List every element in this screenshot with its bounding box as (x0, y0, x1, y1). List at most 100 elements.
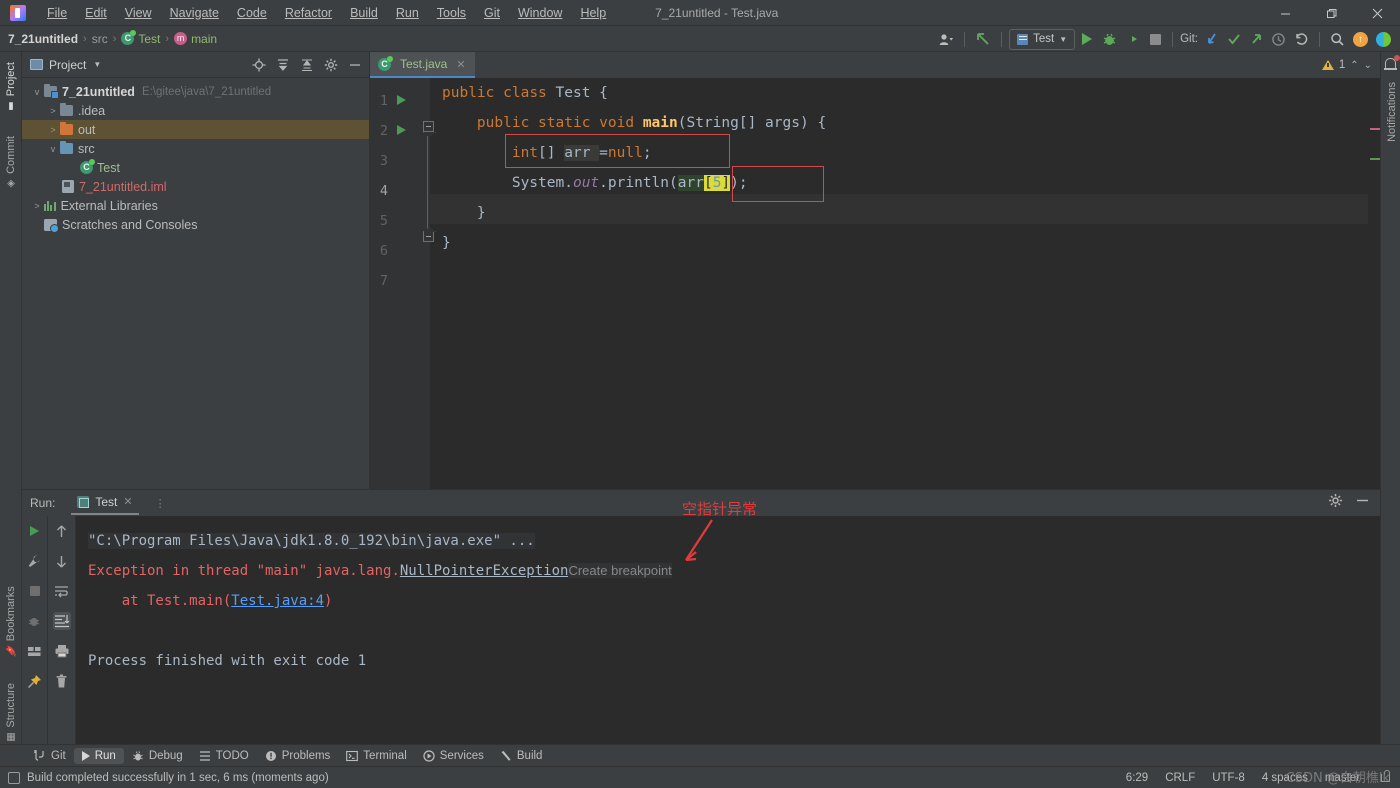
rerun-icon[interactable] (26, 522, 44, 540)
soft-wrap-icon[interactable] (53, 582, 71, 600)
maximize-button[interactable] (1308, 0, 1354, 26)
chevron-expanded-icon[interactable]: v (30, 87, 44, 97)
tool-window-run[interactable]: Run (73, 747, 124, 764)
menu-git[interactable]: Git (475, 3, 509, 23)
run-tab-more-icon[interactable]: ⋮ (155, 497, 168, 510)
console-stack-link[interactable]: Test.java:4 (231, 593, 324, 609)
stop-button[interactable] (1145, 29, 1165, 49)
fold-region-start-icon[interactable] (423, 121, 434, 132)
up-arrow-icon[interactable] (53, 522, 71, 540)
tool-window-services[interactable]: Services (415, 748, 492, 764)
run-method-gutter-icon[interactable] (397, 125, 406, 135)
debug-button[interactable] (1099, 29, 1120, 49)
hide-panel-icon[interactable] (347, 57, 363, 73)
collapse-all-icon[interactable] (299, 57, 315, 73)
breadcrumb-method[interactable]: main (191, 32, 217, 46)
console-exception-name[interactable]: NullPointerException (400, 563, 569, 579)
run-tab-close-icon[interactable]: ✕ (123, 495, 132, 508)
chevron-expanded-icon[interactable]: v (46, 144, 60, 154)
status-line-separator[interactable]: CRLF (1165, 772, 1195, 784)
tool-window-debug[interactable]: Debug (124, 748, 191, 764)
git-push-button[interactable] (1246, 29, 1266, 49)
sidebar-item-project[interactable]: ▮ Project (0, 56, 22, 117)
menu-code[interactable]: Code (228, 3, 276, 23)
menu-file[interactable]: File (38, 3, 76, 23)
user-icon[interactable] (936, 29, 957, 49)
tool-window-todo[interactable]: TODO (191, 748, 257, 764)
locate-file-icon[interactable] (251, 57, 267, 73)
run-button[interactable] (1077, 29, 1097, 49)
inspection-widget[interactable]: 1 ⌃ ⌄ (1321, 52, 1372, 78)
ide-feature-button[interactable] (1373, 29, 1394, 49)
git-history-button[interactable] (1268, 29, 1289, 49)
menu-view[interactable]: View (116, 3, 161, 23)
update-available-button[interactable]: ↑ (1350, 29, 1371, 49)
tree-row-scratches[interactable]: Scratches and Consoles (22, 215, 369, 234)
menu-window[interactable]: Window (509, 3, 571, 23)
next-problem-icon[interactable]: ⌄ (1364, 60, 1372, 71)
debug-attach-icon[interactable] (26, 612, 44, 630)
trash-icon[interactable] (53, 672, 71, 690)
menu-edit[interactable]: Edit (76, 3, 116, 23)
readonly-lock-icon[interactable] (1381, 769, 1390, 782)
chevron-collapsed-icon[interactable]: > (30, 201, 44, 211)
run-with-coverage-button[interactable] (1122, 29, 1143, 49)
status-branch[interactable]: master (1325, 772, 1360, 784)
git-rollback-button[interactable] (1291, 29, 1312, 49)
breadcrumb-src[interactable]: src (92, 32, 108, 46)
status-caret-position[interactable]: 6:29 (1126, 772, 1148, 784)
previous-problem-icon[interactable]: ⌃ (1350, 60, 1358, 71)
tree-row-src[interactable]: v src (22, 139, 369, 158)
menu-build[interactable]: Build (341, 3, 387, 23)
print-icon[interactable] (53, 642, 71, 660)
tree-row-iml[interactable]: 7_21untitled.iml (22, 177, 369, 196)
git-commit-button[interactable] (1224, 29, 1244, 49)
tree-row-test-class[interactable]: C Test (22, 158, 369, 177)
fold-region-end-icon[interactable] (423, 231, 434, 242)
menu-refactor[interactable]: Refactor (276, 3, 341, 23)
sidebar-item-structure[interactable]: ▦ Structure (0, 677, 22, 749)
tool-window-terminal[interactable]: Terminal (338, 748, 414, 764)
sidebar-item-bookmarks[interactable]: 🔖 Bookmarks (0, 580, 22, 663)
status-encoding[interactable]: UTF-8 (1212, 772, 1245, 784)
update-project-icon[interactable] (972, 29, 994, 49)
tree-row-module[interactable]: v 7_21untitled E:\gitee\java\7_21untitle… (22, 82, 369, 101)
menu-run[interactable]: Run (387, 3, 428, 23)
menu-help[interactable]: Help (571, 3, 615, 23)
breadcrumb-class[interactable]: Test (138, 32, 160, 46)
tool-window-build[interactable]: Build (492, 748, 551, 764)
sidebar-item-commit[interactable]: ◈ Commit (0, 130, 22, 195)
run-tab-test[interactable]: Test ✕ (71, 492, 139, 515)
breadcrumb-project[interactable]: 7_21untitled (8, 32, 78, 46)
tree-row-idea[interactable]: > .idea (22, 101, 369, 120)
menu-tools[interactable]: Tools (428, 3, 475, 23)
expand-all-icon[interactable] (275, 57, 291, 73)
tool-window-problems[interactable]: Problems (257, 748, 339, 764)
tab-close-icon[interactable]: ✕ (456, 58, 465, 71)
search-everywhere-button[interactable] (1327, 29, 1348, 49)
status-indent[interactable]: 4 spaces (1262, 772, 1308, 784)
settings-wrench-icon[interactable] (26, 552, 44, 570)
git-update-button[interactable] (1202, 29, 1222, 49)
pin-icon[interactable] (26, 672, 44, 690)
scroll-to-end-icon[interactable] (52, 612, 71, 630)
layout-settings-icon[interactable] (26, 642, 44, 660)
minimize-button[interactable] (1262, 0, 1308, 26)
settings-gear-icon[interactable] (323, 57, 339, 73)
menu-navigate[interactable]: Navigate (161, 3, 228, 23)
code-editor[interactable]: 1 2 3 4 5 6 7 public class Test { public… (370, 78, 1380, 489)
sidebar-item-notifications[interactable]: Notifications (1381, 76, 1400, 148)
editor-scrollbar[interactable] (1368, 78, 1380, 489)
run-hide-panel-icon[interactable] (1355, 493, 1370, 513)
tree-row-out[interactable]: > out (22, 120, 369, 139)
chevron-collapsed-icon[interactable]: > (46, 125, 60, 135)
chevron-collapsed-icon[interactable]: > (46, 106, 60, 116)
run-class-gutter-icon[interactable] (397, 95, 406, 105)
tool-window-git[interactable]: Git (26, 748, 74, 764)
run-configuration-selector[interactable]: Test ▼ (1009, 28, 1076, 50)
chevron-down-icon[interactable]: ▼ (93, 60, 101, 69)
down-arrow-icon[interactable] (53, 552, 71, 570)
close-button[interactable] (1354, 0, 1400, 26)
stop-icon[interactable] (26, 582, 44, 600)
run-settings-gear-icon[interactable] (1328, 493, 1343, 513)
